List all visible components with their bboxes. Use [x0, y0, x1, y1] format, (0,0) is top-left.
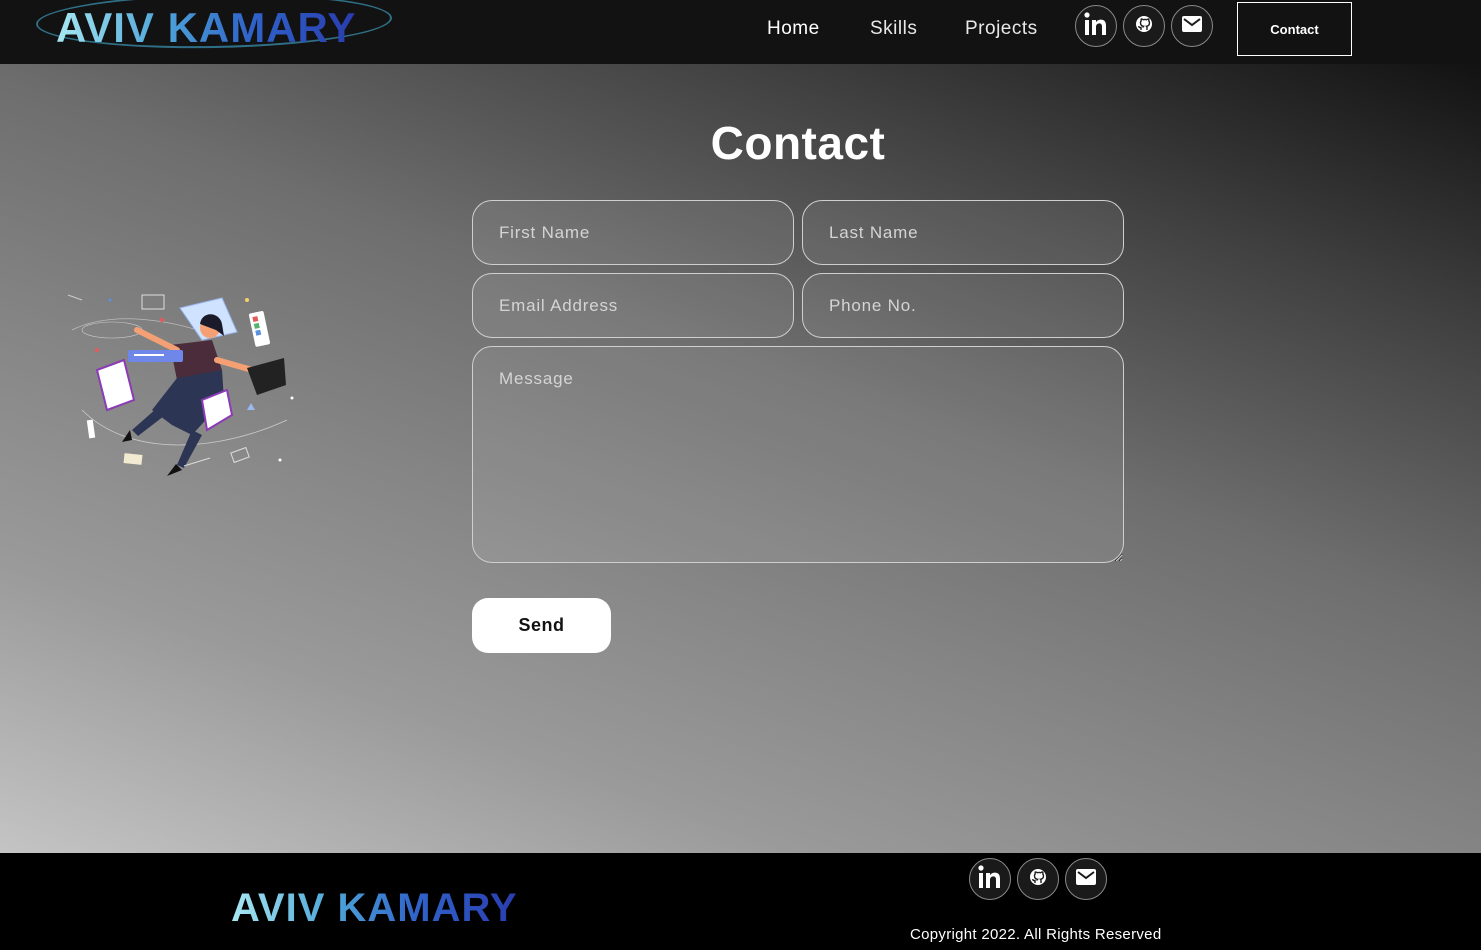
brand-logo[interactable]: AVIV KAMARY [35, 0, 396, 56]
contact-title: Contact [710, 117, 886, 169]
developer-illustration [52, 290, 302, 480]
mail-icon [1181, 15, 1203, 38]
mail-icon [1075, 868, 1097, 891]
github-icon [1135, 15, 1153, 38]
nav-link-skills[interactable]: Skills [870, 18, 917, 40]
send-button[interactable]: Send [472, 598, 611, 653]
first-name-field[interactable] [472, 200, 794, 265]
nav-link-home[interactable]: Home [767, 18, 820, 40]
footer-brand-logo[interactable]: AVIV KAMARY [231, 886, 518, 930]
nav-linkedin-button[interactable] [1075, 5, 1117, 47]
phone-field[interactable] [802, 273, 1124, 338]
message-field[interactable] [472, 346, 1124, 563]
linkedin-icon [977, 864, 1003, 895]
contact-section: Contact Send [0, 64, 1481, 853]
brand-name: AVIV KAMARY [56, 4, 357, 51]
linkedin-icon [1083, 11, 1109, 42]
footer-github-button[interactable] [1017, 858, 1059, 900]
nav-github-button[interactable] [1123, 5, 1165, 47]
footer-mail-button[interactable] [1065, 858, 1107, 900]
email-field[interactable] [472, 273, 794, 338]
footer: AVIV KAMARY Copyright 2022. All Rights R… [0, 853, 1481, 950]
copyright-text: Copyright 2022. All Rights Reserved [910, 926, 1162, 943]
last-name-field[interactable] [802, 200, 1124, 265]
github-icon [1029, 868, 1047, 891]
navbar: AVIV KAMARY Home Skills Projects Contact [0, 0, 1481, 64]
footer-linkedin-button[interactable] [969, 858, 1011, 900]
nav-mail-button[interactable] [1171, 5, 1213, 47]
nav-contact-button[interactable]: Contact [1237, 2, 1352, 56]
nav-link-projects[interactable]: Projects [965, 18, 1038, 40]
